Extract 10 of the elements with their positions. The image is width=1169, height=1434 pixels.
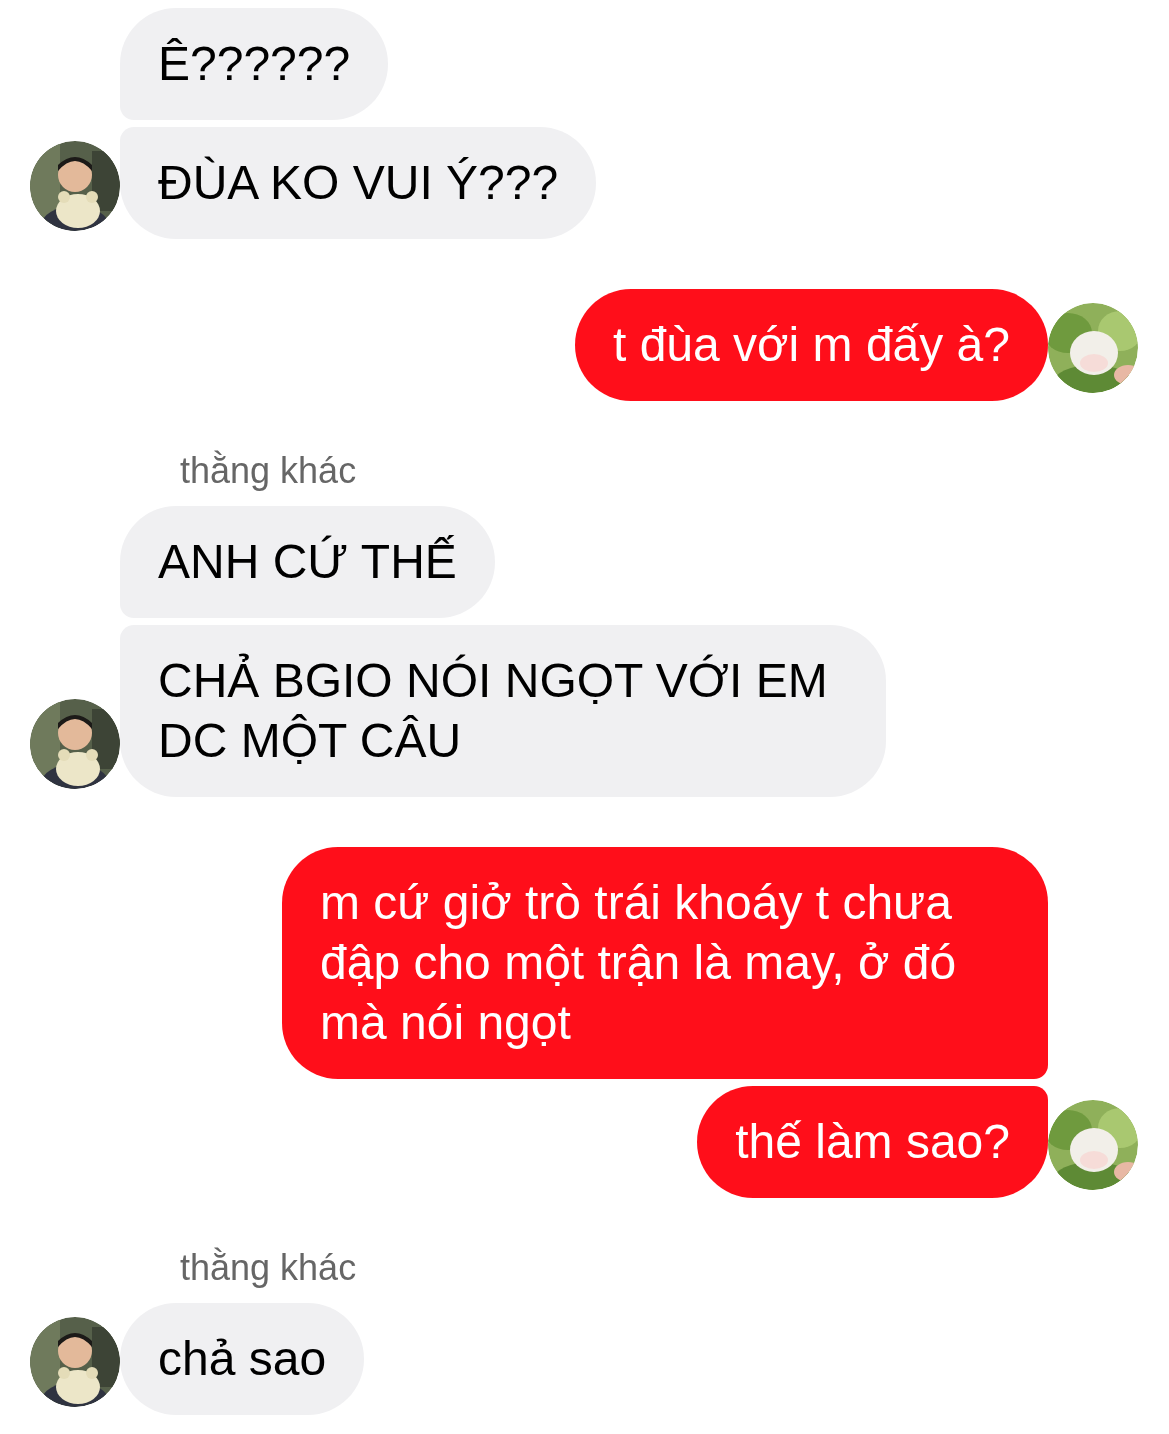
sender-name: thằng khác (180, 1248, 358, 1288)
message-bubble: thế làm sao? (697, 1086, 1048, 1198)
message-bubble: chả sao (120, 1303, 365, 1415)
message-bubble: Ê?????? (120, 8, 389, 120)
message-bubble: CHẢ BGIO NÓI NGỌT VỚI EM DC MỘT CÂU (120, 625, 886, 797)
message-bubble: ĐÙA KO VUI Ý??? (120, 127, 597, 239)
message-bubble: m cứ giở trò trái khoáy t chưa đập cho một trận là may, ở đó mà nói ngọt (282, 847, 1048, 1079)
message-bubble: ANH CỨ THẾ (120, 506, 495, 618)
message-bubble: t đùa với m đấy à? (575, 289, 1048, 401)
sender-name: thằng khác (180, 451, 358, 491)
